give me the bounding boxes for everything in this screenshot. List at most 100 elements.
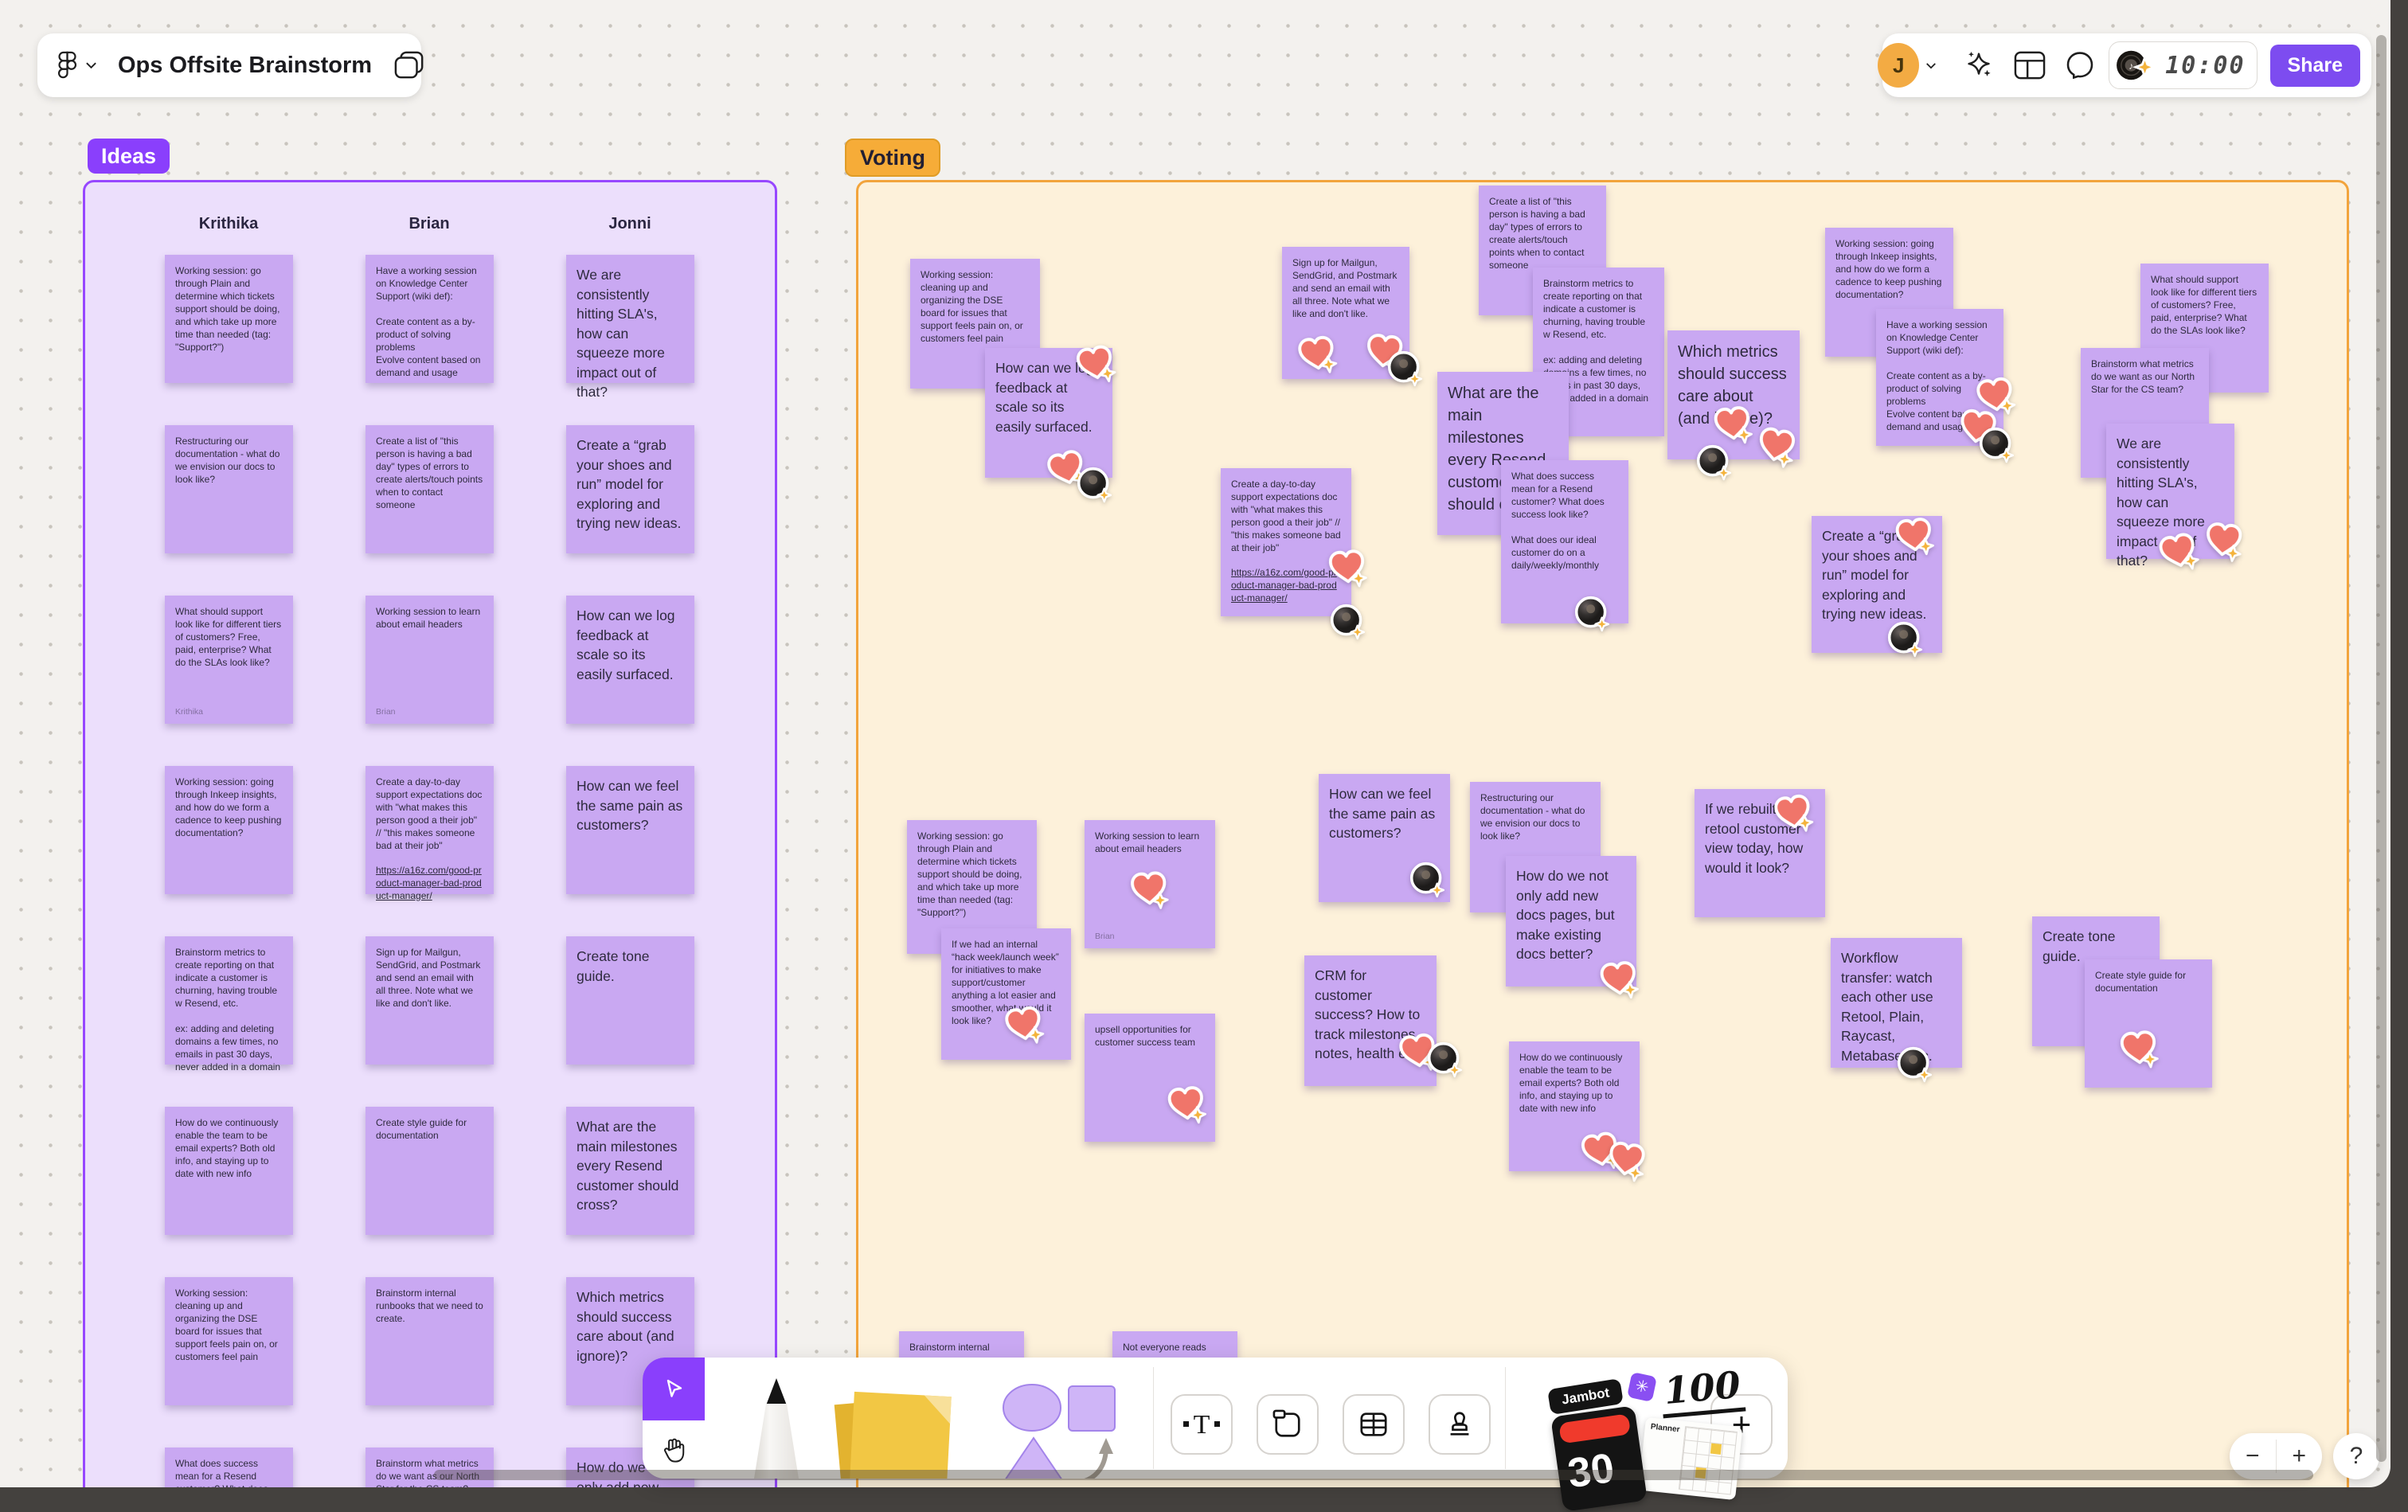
heart-stamp[interactable]	[1162, 1080, 1211, 1134]
comments-button[interactable]	[2064, 49, 2096, 81]
sticky-note[interactable]: Restructuring our documentation - what d…	[165, 425, 293, 553]
sticky-note-link[interactable]: https://a16z.com/good-product-manager-ba…	[376, 865, 483, 903]
score-widget-thumb[interactable]: 100	[1659, 1362, 1746, 1419]
sticky-note[interactable]: Create a list of "this person is having …	[366, 425, 494, 553]
section-icon	[1272, 1409, 1300, 1437]
sticky-note-text: Have a working session on Knowledge Cent…	[376, 265, 481, 378]
ai-sparkles-button[interactable]	[1962, 49, 1996, 82]
sticky-note[interactable]: What are the main milestones every Resen…	[566, 1107, 694, 1235]
figma-logo-menu[interactable]	[57, 50, 97, 80]
countdown-red-bar	[1558, 1413, 1632, 1444]
avatar-stamp[interactable]	[1075, 465, 1115, 509]
heart-stamp[interactable]	[1749, 421, 1802, 477]
current-user-menu[interactable]: J	[1878, 43, 1937, 88]
sticky-note-tool[interactable]	[828, 1389, 964, 1479]
avatar-stamp[interactable]	[1573, 594, 1612, 638]
shapes-tool[interactable]	[1000, 1382, 1128, 1479]
music-timer-widget[interactable]: ♪ 10:00	[2109, 41, 2258, 89]
avatar-stamp[interactable]	[1886, 619, 1925, 663]
heart-stamp[interactable]	[999, 1000, 1050, 1054]
heart-stamp[interactable]	[1292, 330, 1343, 384]
sticky-note-text: Working session: go through Plain and de…	[175, 265, 283, 353]
horizontal-scrollbar[interactable]	[434, 1470, 2313, 1480]
vertical-scrollbar[interactable]	[2376, 35, 2386, 1462]
sticky-note-text: upsell opportunities for customer succes…	[1095, 1024, 1196, 1048]
sticky-note[interactable]: Working session: go through Plain and de…	[165, 255, 293, 383]
sticky-note[interactable]: Create a “grab your shoes and run” model…	[566, 425, 694, 553]
stamp-tool-button[interactable]	[1429, 1394, 1491, 1455]
heart-stamp[interactable]	[2199, 517, 2248, 570]
heart-stamp[interactable]	[2114, 1026, 2163, 1078]
select-tool-button[interactable]	[643, 1358, 705, 1420]
text-tool-icon: T	[1183, 1410, 1220, 1440]
sticky-note-text: How can we feel the same pain as custome…	[577, 778, 687, 833]
countdown-widget-thumb[interactable]: 30	[1550, 1405, 1648, 1512]
sticky-note[interactable]: Working session: cleaning up and organiz…	[165, 1277, 293, 1405]
heart-stamp[interactable]	[1069, 339, 1122, 395]
toolbar-divider	[1505, 1367, 1506, 1469]
sticky-note[interactable]: Working session to learn about email hea…	[366, 596, 494, 724]
templates-button[interactable]	[2013, 50, 2046, 80]
sticky-note[interactable]: We are consistently hitting SLA's, how c…	[566, 255, 694, 400]
avatar-stamp[interactable]	[1408, 860, 1448, 904]
stamp-icon	[1450, 1412, 1469, 1436]
whiteboard-canvas[interactable]: Ideas Voting Krithika Working session: go…	[0, 0, 2390, 1487]
sticky-note-text: Brainstorm internal	[909, 1342, 990, 1353]
sticky-note-text: What should support look like for differ…	[175, 606, 284, 668]
share-button[interactable]: Share	[2269, 44, 2360, 87]
sticky-note[interactable]: What should support look like for differ…	[165, 596, 293, 724]
avatar-stamp[interactable]	[1328, 602, 1368, 646]
heart-stamp[interactable]	[1601, 1135, 1652, 1190]
sticky-note[interactable]: Sign up for Mailgun, SendGrid, and Postm…	[366, 936, 494, 1065]
sticky-note-text: Not everyone reads	[1123, 1342, 1206, 1353]
chevron-down-icon	[86, 62, 96, 69]
sticky-note[interactable]: Brainstorm metrics to create reporting o…	[165, 936, 293, 1072]
sticky-note-text: What does success mean for a Resend cust…	[1511, 471, 1605, 571]
sticky-note[interactable]: How do we continuously enable the team t…	[165, 1107, 293, 1235]
planner-widget-thumb[interactable]: Planner	[1638, 1416, 1743, 1501]
sticky-note-text: What should support look like for differ…	[2151, 274, 2260, 336]
boards-button[interactable]	[393, 50, 426, 80]
heart-stamp[interactable]	[1890, 512, 1939, 565]
sticky-note-text: Working session: cleaning up and organiz…	[921, 269, 1026, 344]
layout-template-icon	[2014, 51, 2046, 80]
sticky-note-text: Restructuring our documentation - what d…	[1480, 792, 1588, 842]
text-tool-button[interactable]: T	[1171, 1394, 1233, 1455]
sticky-note[interactable]: Have a working session on Knowledge Cent…	[366, 255, 494, 383]
sticky-note[interactable]: Working session: going through Inkeep in…	[165, 766, 293, 894]
help-button[interactable]: ?	[2333, 1433, 2379, 1479]
sticky-note[interactable]: Create a day-to-day support expectations…	[366, 766, 494, 901]
cursor-arrow-icon	[666, 1379, 682, 1397]
sticky-note[interactable]: Create tone guide.	[566, 936, 694, 1065]
avatar-stamp[interactable]	[1895, 1045, 1935, 1088]
heart-stamp[interactable]	[1125, 866, 1173, 918]
sticky-note[interactable]: How can we log feedback at scale so its …	[566, 596, 694, 724]
sticky-note-text: Brainstorm what metrics do we want as ou…	[2091, 358, 2198, 395]
svg-text:T: T	[1194, 1410, 1210, 1440]
sticky-note[interactable]: Brainstorm what metrics do we want as ou…	[366, 1448, 494, 1487]
sticky-note-text: Brainstorm metrics to create reporting o…	[175, 947, 281, 1072]
avatar-stamp[interactable]	[1386, 349, 1425, 393]
sticky-note[interactable]: Brainstorm internal runbooks that we nee…	[366, 1277, 494, 1405]
table-tool-button[interactable]	[1343, 1394, 1405, 1455]
heart-stamp[interactable]	[1323, 545, 1371, 597]
sticky-note-text: How can we log feedback at scale so its …	[577, 608, 679, 682]
sticky-note[interactable]: How can we feel the same pain as custome…	[566, 766, 694, 894]
file-header: Ops Offsite Brainstorm	[37, 33, 424, 97]
sticky-note[interactable]: Create style guide for documentation	[366, 1107, 494, 1235]
sticky-note-text: Create a day-to-day support expectations…	[1231, 479, 1344, 553]
avatar-stamp[interactable]	[1695, 443, 1734, 486]
sticky-note-text: Brainstorm internal runbooks that we nee…	[376, 1287, 487, 1324]
sticky-note-text: Working session: cleaning up and organiz…	[175, 1287, 281, 1362]
avatar-stamp[interactable]	[1977, 425, 2017, 469]
heart-stamp[interactable]	[1594, 955, 1644, 1009]
avatar: J	[1878, 43, 1920, 88]
voting-section-label[interactable]: Voting	[845, 139, 940, 177]
file-title[interactable]: Ops Offsite Brainstorm	[118, 53, 372, 79]
marker-pen-tool[interactable]	[729, 1375, 824, 1479]
sticky-note[interactable]: What does success mean for a Resend cust…	[165, 1448, 293, 1487]
ideas-section-label[interactable]: Ideas	[88, 139, 170, 174]
section-tool-button[interactable]	[1257, 1394, 1319, 1455]
heart-stamp[interactable]	[1768, 788, 1819, 842]
avatar-stamp[interactable]	[1425, 1040, 1465, 1084]
